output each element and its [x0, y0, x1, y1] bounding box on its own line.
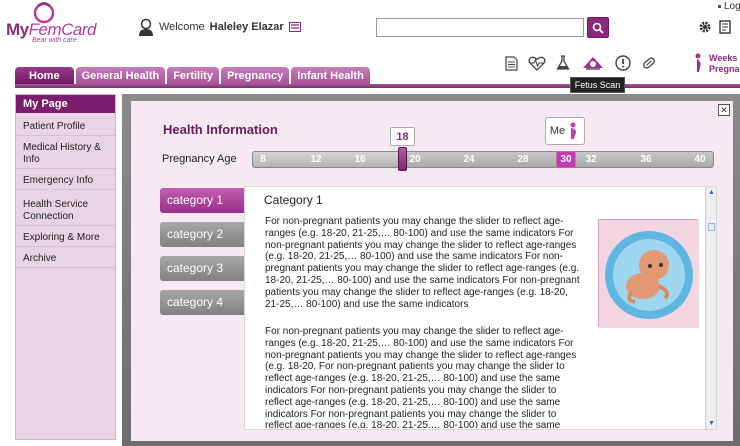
category-list: category 1 category 2 category 3 categor…	[160, 188, 250, 315]
notes-icon[interactable]	[719, 20, 731, 34]
switch-user-icon[interactable]	[288, 22, 301, 32]
tab-pregnancy[interactable]: Pregnancy	[220, 67, 290, 84]
slider-value-bubble: 18	[390, 127, 415, 146]
category-tab-3[interactable]: category 3	[160, 256, 248, 281]
user-avatar-icon	[139, 18, 153, 36]
slider-tick: 40	[694, 154, 706, 165]
pregnant-woman-icon	[570, 122, 577, 139]
sidebar-item-exploring-more[interactable]: Exploring & More	[16, 230, 115, 247]
slider-thumb[interactable]	[398, 147, 407, 171]
slider-label: Pregnancy Age	[162, 153, 237, 165]
page-title: Health Information	[163, 122, 278, 137]
weeks-line1: Weeks 3	[709, 53, 740, 63]
scroll-thumb[interactable]	[708, 223, 715, 231]
search-button[interactable]	[587, 17, 609, 38]
welcome-prefix: Welcome	[159, 21, 205, 33]
me-marker: Me	[545, 117, 585, 145]
search-input[interactable]	[376, 18, 584, 37]
fetus-scan-icon[interactable]	[580, 54, 606, 72]
weeks-indicator[interactable]: Weeks 3 Pregnan	[709, 53, 740, 75]
sidebar-item-emergency-info[interactable]: Emergency Info	[16, 173, 115, 190]
me-label: Me	[549, 125, 566, 137]
pregnant-woman-icon	[695, 53, 701, 72]
alert-icon[interactable]	[614, 54, 632, 72]
search-icon	[592, 22, 604, 34]
gear-icon[interactable]	[698, 20, 712, 34]
slider-tick: 16	[354, 154, 366, 165]
slider-tick: 20	[409, 154, 421, 165]
user-name: Haleley Elazar	[209, 21, 284, 33]
logo-tagline: Bear with care	[32, 37, 77, 44]
content-title: Category 1	[264, 193, 323, 207]
sidebar-item-health-service-connection[interactable]: Health Service Connection	[16, 197, 115, 226]
tab-home[interactable]: Home	[15, 67, 74, 84]
sidebar-item-medical-history[interactable]: Medical History & Info	[16, 140, 115, 169]
slider-tick-me: 30	[556, 152, 576, 167]
header: MyFemCard Bear with care Welcome Haleley…	[0, 0, 740, 62]
slider-tick: 28	[517, 154, 529, 165]
tab-underline	[15, 84, 740, 88]
slider-tick: 12	[310, 154, 322, 165]
sidebar-item-archive[interactable]: Archive	[16, 251, 115, 268]
fetus-image	[598, 219, 699, 328]
scroll-down-arrow-icon[interactable]: ▼	[706, 418, 717, 429]
content-paragraph-1: For non-pregnant patients you may change…	[265, 216, 580, 310]
tab-infant-health[interactable]: Infant Health	[291, 67, 370, 84]
slider-tick: 36	[640, 154, 652, 165]
content-scrollbar[interactable]: ▲ ▼	[705, 187, 716, 429]
welcome-area: Welcome Haleley Elazar	[138, 18, 301, 36]
flask-icon[interactable]	[554, 54, 572, 72]
scroll-up-arrow-icon[interactable]: ▲	[706, 187, 717, 198]
sidebar-item-patient-profile[interactable]: Patient Profile	[16, 119, 115, 136]
pregnancy-age-slider[interactable]: 8 12 16 20 24 28 30 32 36 40	[252, 151, 714, 168]
main-nav-tabs: Home General Health Fertility Pregnancy …	[15, 67, 370, 84]
slider-tick: 24	[463, 154, 475, 165]
logo[interactable]: MyFemCard Bear with care	[6, 2, 98, 46]
document-icon[interactable]	[502, 54, 520, 72]
category-tab-2[interactable]: category 2	[160, 222, 248, 247]
fetus-scan-tooltip: Fetus Scan	[570, 77, 625, 93]
category-tab-4[interactable]: category 4	[160, 290, 248, 315]
fetus-illustration-icon	[599, 220, 699, 328]
tool-icons	[502, 54, 658, 72]
logout-bullet-icon	[718, 4, 721, 8]
slider-tick: 8	[260, 154, 266, 165]
slider-fill	[253, 152, 403, 167]
logout-link[interactable]: Logo	[718, 1, 740, 12]
weeks-line2: Pregnan	[709, 64, 740, 74]
tab-general-health[interactable]: General Health	[75, 67, 166, 84]
content-paragraph-2: For non-pregnant patients you may change…	[265, 326, 577, 428]
slider-tick: 32	[585, 154, 597, 165]
heart-monitor-icon[interactable]	[528, 54, 546, 72]
pill-icon[interactable]	[640, 54, 658, 72]
sidebar-title: My Page	[16, 95, 115, 113]
close-panel-button[interactable]: ✕	[718, 104, 730, 116]
sidebar: My Page Patient Profile Medical History …	[15, 94, 116, 440]
tab-fertility[interactable]: Fertility	[167, 67, 219, 84]
category-tab-1[interactable]: category 1	[160, 188, 250, 213]
